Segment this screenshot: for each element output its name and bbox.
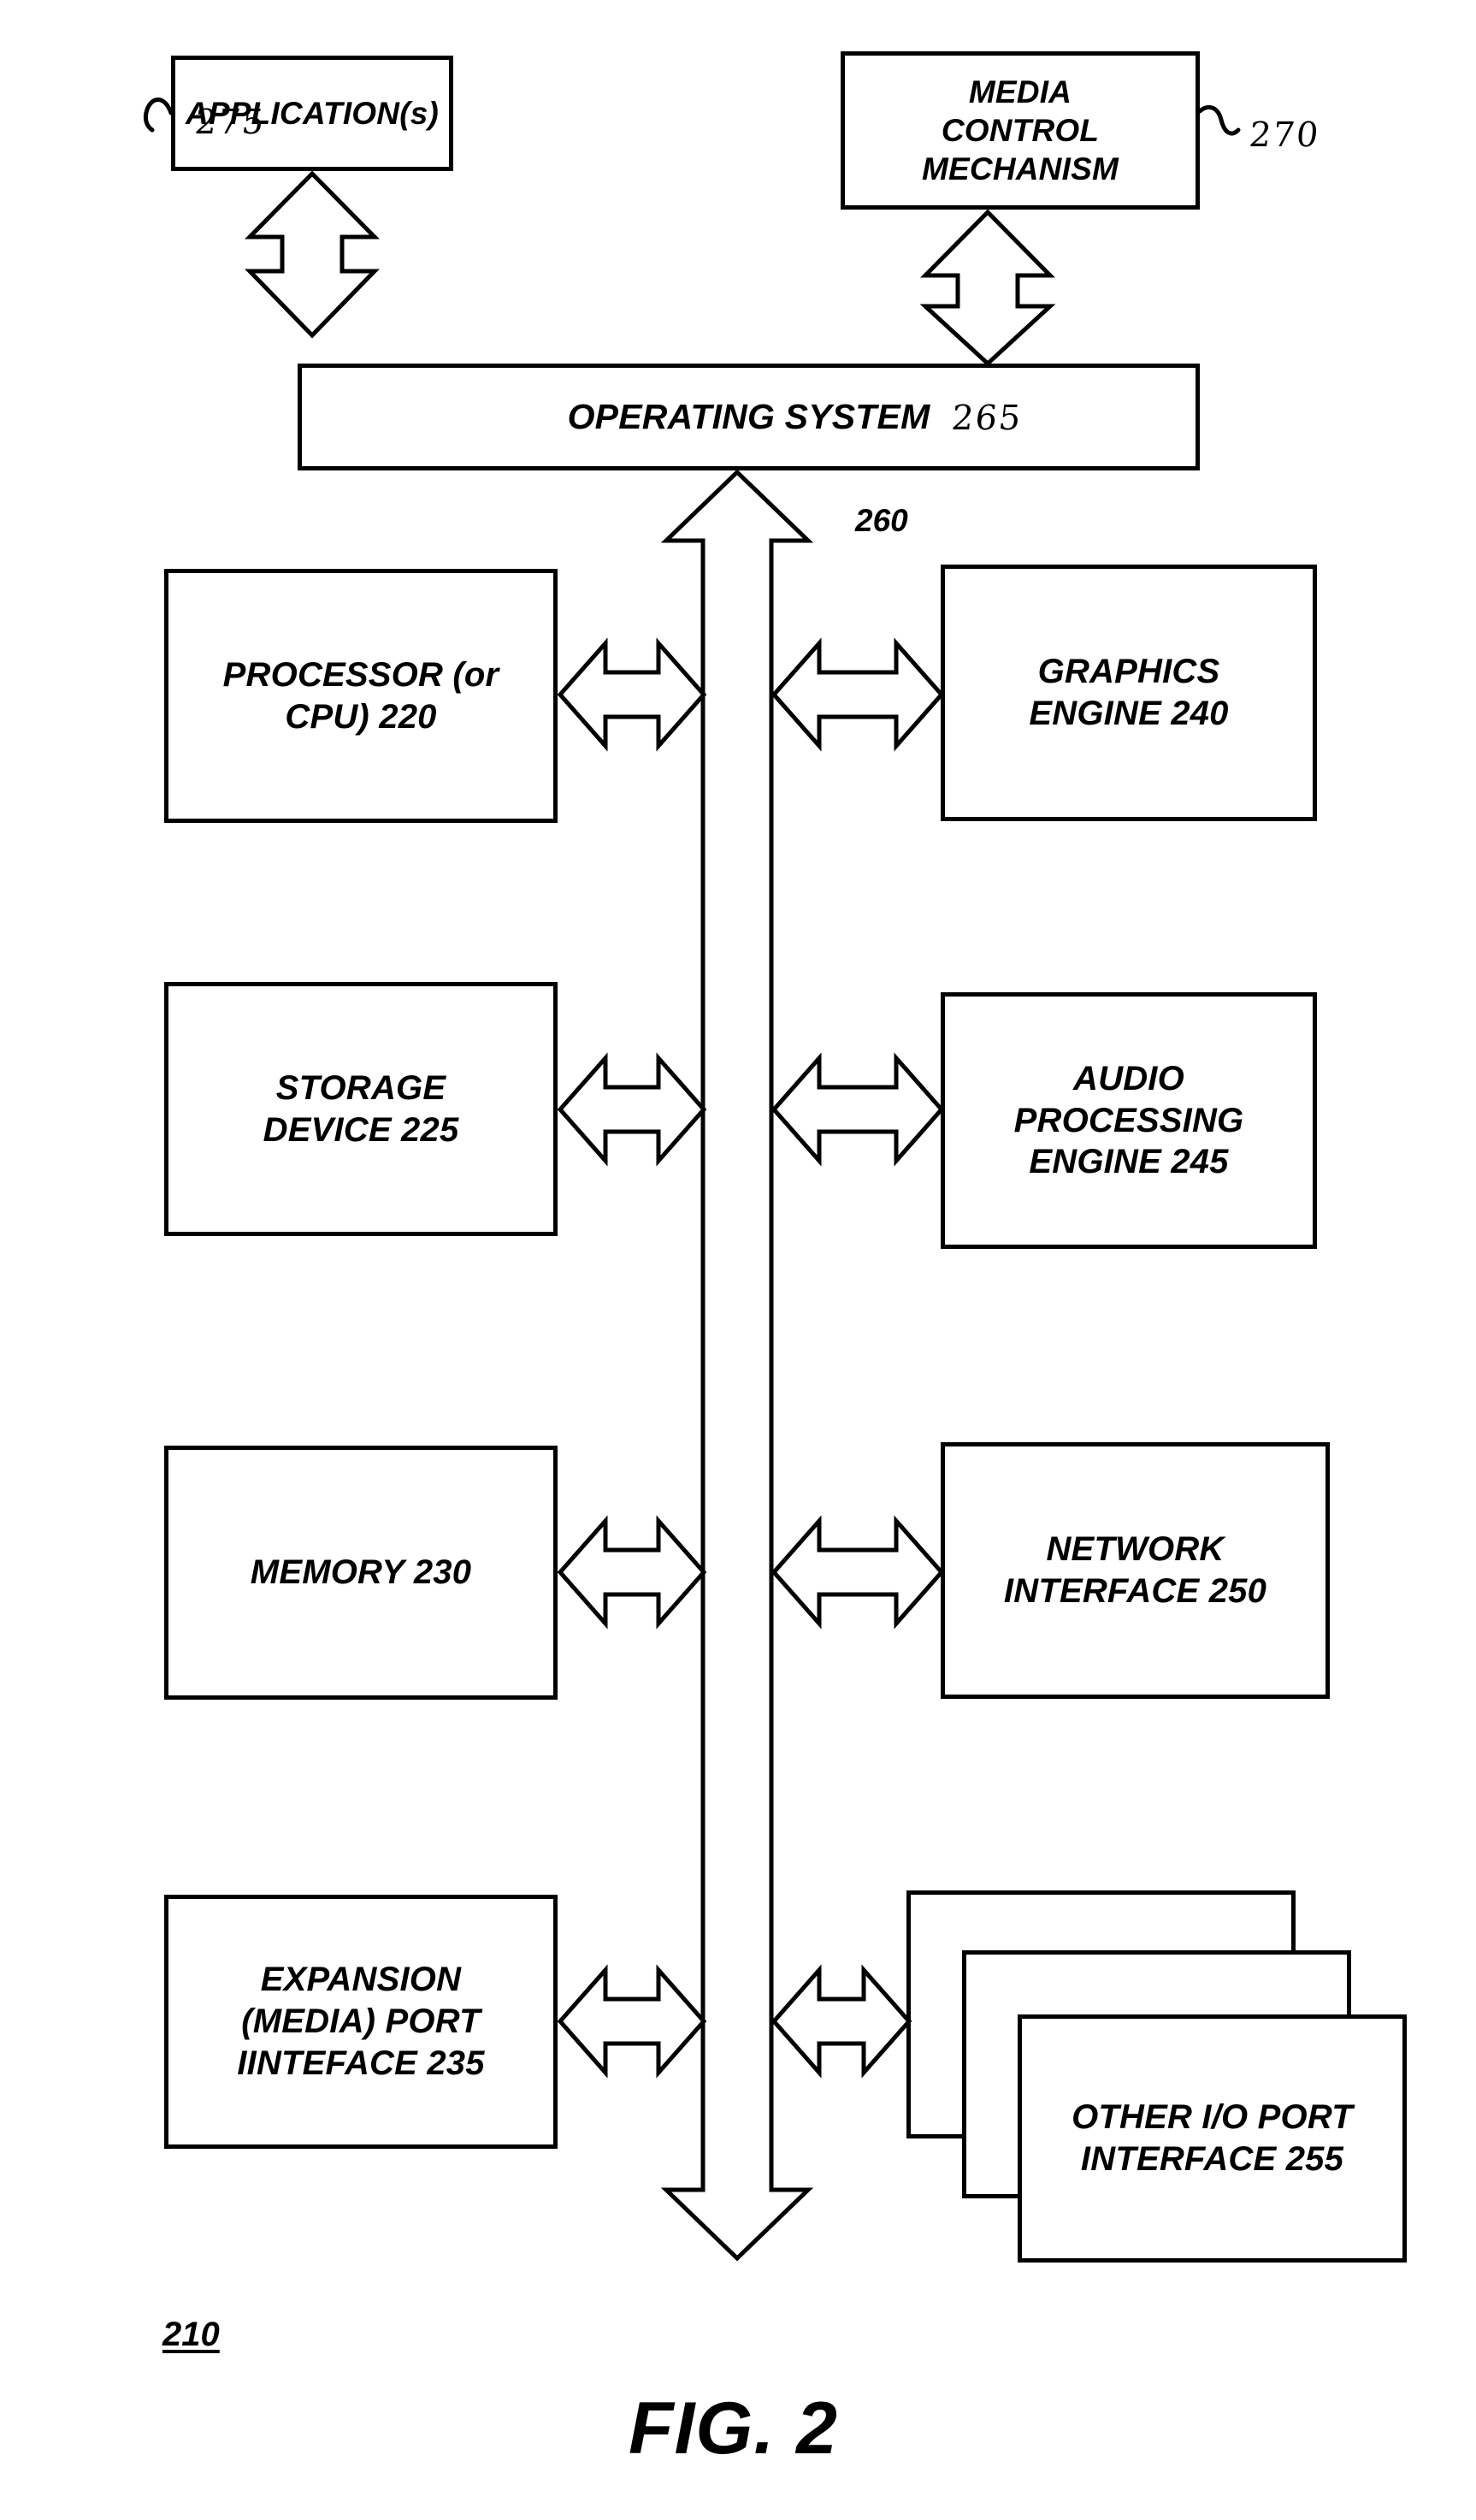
arrow-processor-to-bus [557, 637, 707, 752]
network-interface-box: NETWORK INTERFACE 250 [941, 1442, 1330, 1699]
processor-box: PROCESSOR (or CPU) 220 [164, 569, 558, 823]
other-io-port-box: OTHER I/O PORT INTERFACE 255 [1018, 2014, 1407, 2263]
leader-line-275 [143, 98, 174, 133]
storage-device-box-label: STORAGE DEVICE 225 [263, 1068, 459, 1149]
bus-ref-numeral: 260 [855, 503, 908, 538]
arrow-memory-to-bus [557, 1515, 707, 1630]
figure-caption: FIG. 2 [629, 2387, 838, 2470]
operating-system-box: OPERATING SYSTEM 265 [298, 364, 1200, 470]
arrow-bus-to-graphics-engine [770, 637, 945, 752]
arrow-storage-device-to-bus [557, 1052, 707, 1167]
operating-system-ref-numeral: 265 [949, 399, 1024, 438]
graphics-engine-box: GRAPHICS ENGINE 240 [941, 565, 1317, 821]
arrow-media-control-to-os [919, 209, 1056, 367]
other-io-port-box-label: OTHER I/O PORT INTERFACE 255 [1072, 2098, 1353, 2178]
network-interface-box-label: NETWORK INTERFACE 250 [1003, 1530, 1267, 1610]
audio-engine-box: AUDIO PROCESSING ENGINE 245 [941, 992, 1317, 1249]
media-control-ref-numeral: 270 [1247, 115, 1322, 155]
system-bus-arrow [660, 469, 814, 2262]
expansion-port-box: EXPANSION (MEDIA) PORT IINTEFACE 235 [164, 1895, 558, 2149]
arrow-bus-to-other-io-port [770, 1964, 912, 2079]
media-control-mechanism-box: MEDIA CONTROL MECHANISM [841, 51, 1200, 210]
processor-box-label: PROCESSOR (or CPU) 220 [222, 655, 499, 736]
patent-figure-2: APPLICATION(s) 275 MEDIA CONTROL MECHANI… [0, 0, 1476, 2520]
arrow-expansion-port-to-bus [557, 1964, 707, 2079]
operating-system-box-label: OPERATING SYSTEM [567, 397, 930, 437]
memory-box: MEMORY 230 [164, 1446, 558, 1700]
storage-device-box: STORAGE DEVICE 225 [164, 982, 558, 1236]
application-ref-numeral: 275 [192, 103, 268, 142]
arrow-bus-to-network-interface [770, 1515, 945, 1630]
expansion-port-box-label: EXPANSION (MEDIA) PORT IINTEFACE 235 [237, 1961, 485, 2082]
leader-line-270 [1197, 104, 1241, 136]
media-control-mechanism-box-label: MEDIA CONTROL MECHANISM [922, 74, 1119, 187]
system-ref-numeral: 210 [162, 2316, 220, 2353]
graphics-engine-box-label: GRAPHICS ENGINE 240 [1029, 653, 1229, 732]
memory-box-label: MEMORY 230 [250, 1553, 472, 1592]
audio-engine-box-label: AUDIO PROCESSING ENGINE 245 [1013, 1059, 1244, 1181]
arrow-application-to-os [245, 170, 380, 339]
arrow-bus-to-audio-engine [770, 1052, 945, 1167]
